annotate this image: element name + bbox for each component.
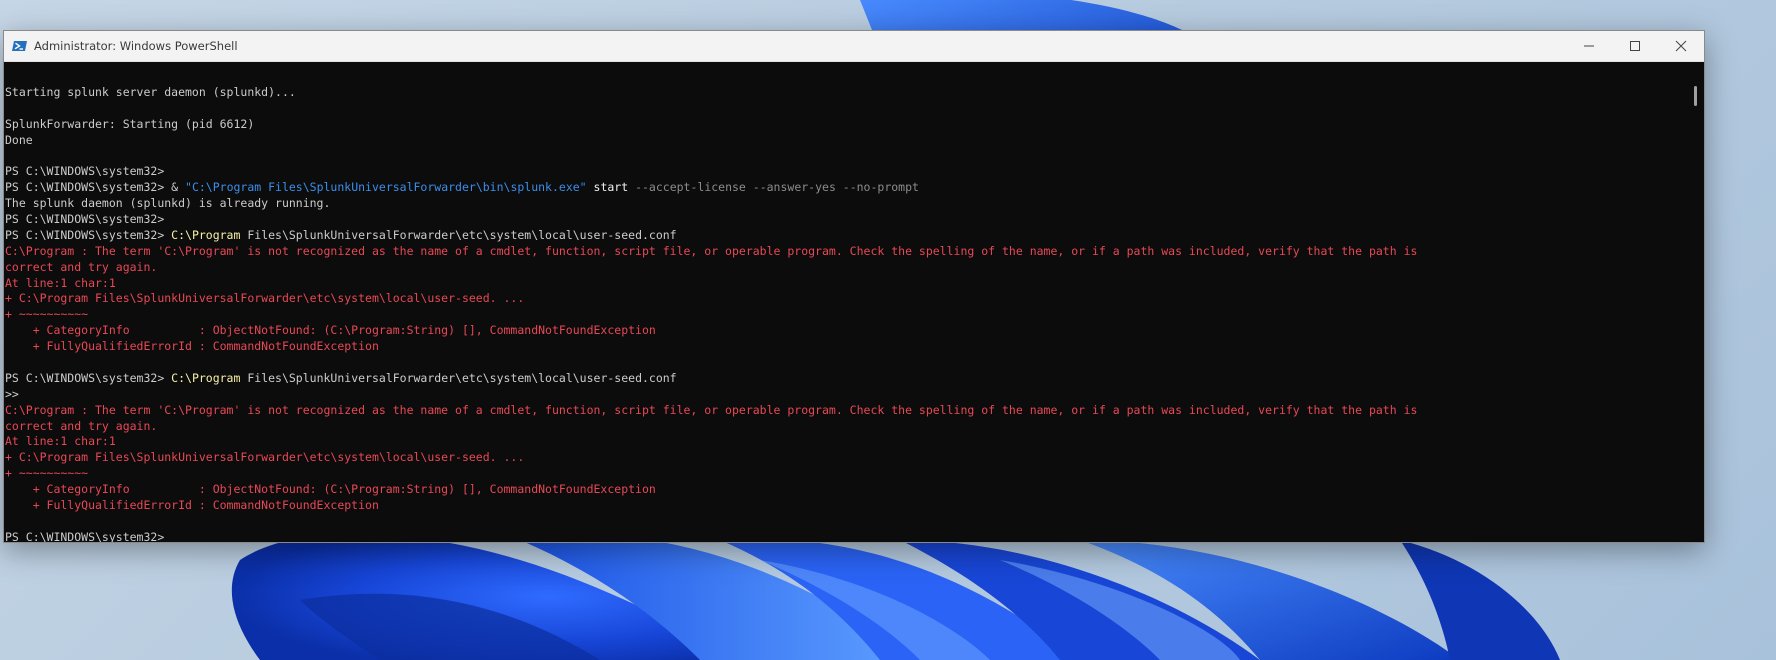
minimize-button[interactable] (1566, 31, 1612, 61)
console-text: PS C:\WINDOWS\system32> (5, 227, 172, 242)
console-text: + C:\Program Files\SplunkUniversalForwar… (5, 450, 525, 465)
window-title: Administrator: Windows PowerShell (34, 39, 238, 53)
console-text: C:\Program : The term 'C:\Program' is no… (5, 402, 1418, 417)
console-output[interactable]: Starting splunk server daemon (splunkd).… (4, 62, 1687, 542)
console-text: The splunk daemon (splunkd) is already r… (5, 196, 331, 211)
console-text: C:\Program (171, 370, 241, 385)
console-line: + FullyQualifiedErrorId : CommandNotFoun… (5, 498, 1687, 514)
console-line: C:\Program : The term 'C:\Program' is no… (5, 403, 1687, 419)
vertical-scrollbar[interactable] (1687, 62, 1704, 542)
console-text: At line:1 char:1 (5, 434, 116, 449)
console-line: correct and try again. (5, 260, 1687, 276)
console-line: C:\Program : The term 'C:\Program' is no… (5, 244, 1687, 260)
console-line: At line:1 char:1 (5, 276, 1687, 292)
console-text: PS C:\WINDOWS\system32> (5, 164, 172, 179)
console-line: PS C:\WINDOWS\system32> (5, 164, 1687, 180)
console-text: PS C:\WINDOWS\system32> (5, 370, 172, 385)
console-text: SplunkForwarder: Starting (pid 6612) (5, 116, 255, 131)
close-icon (1675, 40, 1687, 52)
console-text: start (586, 180, 636, 195)
console-line: SplunkForwarder: Starting (pid 6612) (5, 117, 1687, 133)
console-line: At line:1 char:1 (5, 434, 1687, 450)
console-line: PS C:\WINDOWS\system32> (5, 530, 1687, 542)
console-text: + CategoryInfo : ObjectNotFound: (C:\Pro… (5, 323, 656, 338)
console-text: --accept-license --answer-yes --no-promp… (635, 180, 919, 195)
console-line: + ~~~~~~~~~~ (5, 466, 1687, 482)
console-line: PS C:\WINDOWS\system32> & "C:\Program Fi… (5, 180, 1687, 196)
scroll-thumb[interactable] (1694, 86, 1697, 106)
console-line: + ~~~~~~~~~~ (5, 307, 1687, 323)
console-line: Starting splunk server daemon (splunkd).… (5, 85, 1687, 101)
console-text: "C:\Program Files\SplunkUniversalForward… (185, 180, 587, 195)
console-text: + ~~~~~~~~~~ (5, 466, 89, 481)
console-text: PS C:\WINDOWS\system32> (5, 180, 172, 195)
console-text: Files\SplunkUniversalForwarder\etc\syste… (240, 227, 677, 242)
maximize-icon (1630, 41, 1640, 51)
console-text: >> (5, 386, 19, 401)
console-text: + C:\Program Files\SplunkUniversalForwar… (5, 291, 525, 306)
console-text: + ~~~~~~~~~~ (5, 307, 89, 322)
console-text: Done (5, 132, 33, 147)
title-bar[interactable]: Administrator: Windows PowerShell (4, 31, 1704, 62)
powershell-icon (12, 38, 28, 54)
console-text: correct and try again. (5, 418, 158, 433)
console-line: PS C:\WINDOWS\system32> C:\Program Files… (5, 371, 1687, 387)
console-text: + FullyQualifiedErrorId : CommandNotFoun… (5, 339, 379, 354)
maximize-button[interactable] (1612, 31, 1658, 61)
console-text: PS C:\WINDOWS\system32> (5, 212, 172, 227)
console-line: The splunk daemon (splunkd) is already r… (5, 196, 1687, 212)
console-line: + FullyQualifiedErrorId : CommandNotFoun… (5, 339, 1687, 355)
console-text: At line:1 char:1 (5, 275, 116, 290)
console-line: + C:\Program Files\SplunkUniversalForwar… (5, 291, 1687, 307)
console-line: PS C:\WINDOWS\system32> (5, 212, 1687, 228)
close-button[interactable] (1658, 31, 1704, 61)
powershell-window[interactable]: Administrator: Windows PowerShell Starti… (3, 30, 1705, 543)
console-text: & (171, 180, 186, 195)
console-line: + C:\Program Files\SplunkUniversalForwar… (5, 450, 1687, 466)
console-text: PS C:\WINDOWS\system32> (5, 529, 172, 542)
console-line: Done (5, 133, 1687, 149)
console-text: C:\Program (171, 227, 241, 242)
console-line: PS C:\WINDOWS\system32> C:\Program Files… (5, 228, 1687, 244)
console-line: correct and try again. (5, 419, 1687, 435)
console-text: C:\Program : The term 'C:\Program' is no… (5, 243, 1418, 258)
console-line: + CategoryInfo : ObjectNotFound: (C:\Pro… (5, 323, 1687, 339)
minimize-icon (1584, 45, 1594, 47)
console-line: >> (5, 387, 1687, 403)
console-text: + CategoryInfo : ObjectNotFound: (C:\Pro… (5, 482, 656, 497)
console-text: Starting splunk server daemon (splunkd).… (5, 84, 296, 99)
console-text: + FullyQualifiedErrorId : CommandNotFoun… (5, 498, 379, 513)
console-line: + CategoryInfo : ObjectNotFound: (C:\Pro… (5, 482, 1687, 498)
console-text: correct and try again. (5, 259, 158, 274)
console-text: Files\SplunkUniversalForwarder\etc\syste… (240, 370, 677, 385)
